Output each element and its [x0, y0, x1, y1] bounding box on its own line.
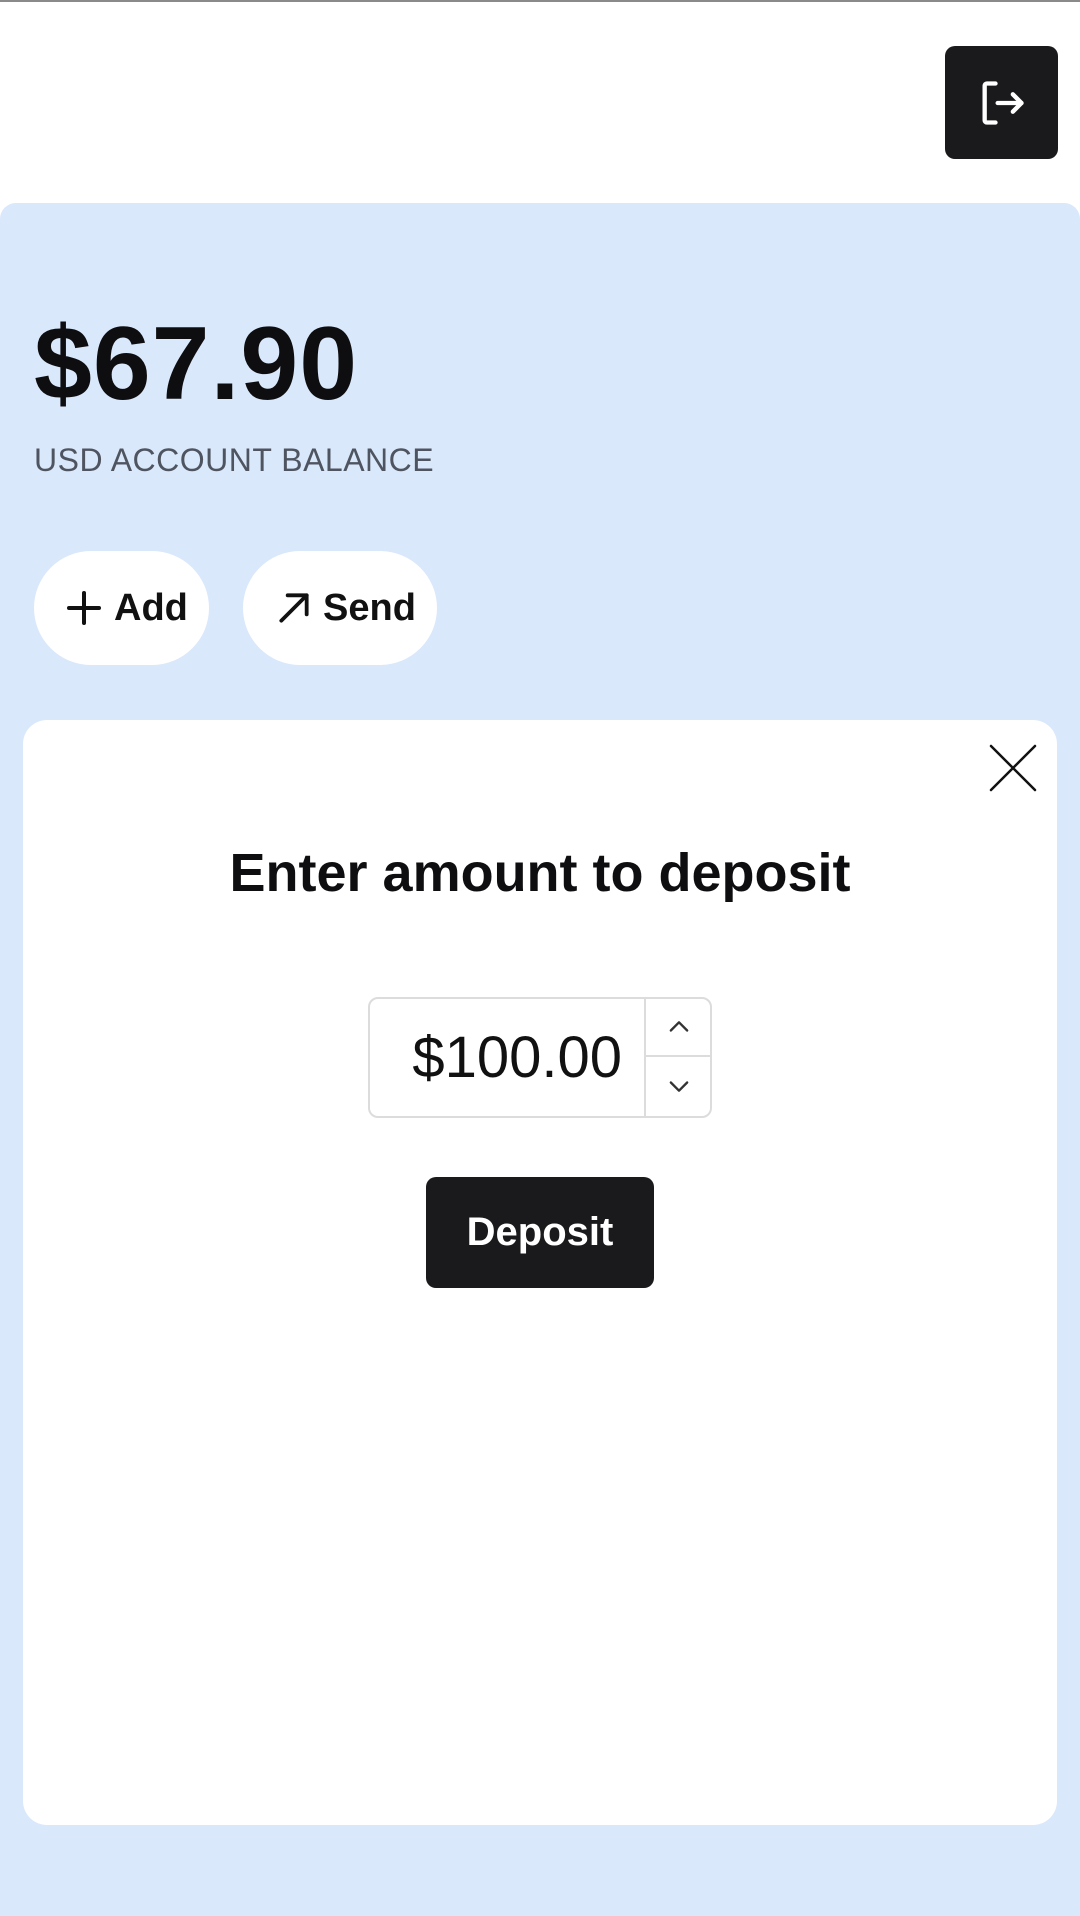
close-button[interactable]	[985, 740, 1041, 796]
decrement-button[interactable]	[646, 1057, 712, 1115]
arrow-up-right-icon	[279, 593, 309, 623]
close-icon	[989, 744, 1037, 792]
send-button[interactable]: Send	[243, 551, 437, 665]
plus-icon	[67, 591, 101, 625]
logout-button[interactable]	[945, 46, 1058, 159]
add-button[interactable]: Add	[34, 551, 209, 665]
account-balance-label: USD ACCOUNT BALANCE	[34, 442, 435, 478]
deposit-button[interactable]: Deposit	[426, 1177, 654, 1288]
amount-input[interactable]: $100.00	[368, 997, 712, 1118]
app-header	[0, 2, 1080, 202]
modal-title: Enter amount to deposit	[229, 843, 851, 903]
increment-button[interactable]	[646, 999, 712, 1057]
chevron-down-icon	[669, 1081, 689, 1092]
amount-value[interactable]: $100.00	[370, 999, 644, 1116]
amount-stepper	[644, 999, 712, 1116]
account-balance: $67.90	[34, 306, 359, 422]
logout-icon	[982, 80, 1024, 125]
chevron-up-icon	[669, 1021, 689, 1032]
add-button-label: Add	[114, 586, 188, 629]
send-button-label: Send	[323, 586, 416, 629]
